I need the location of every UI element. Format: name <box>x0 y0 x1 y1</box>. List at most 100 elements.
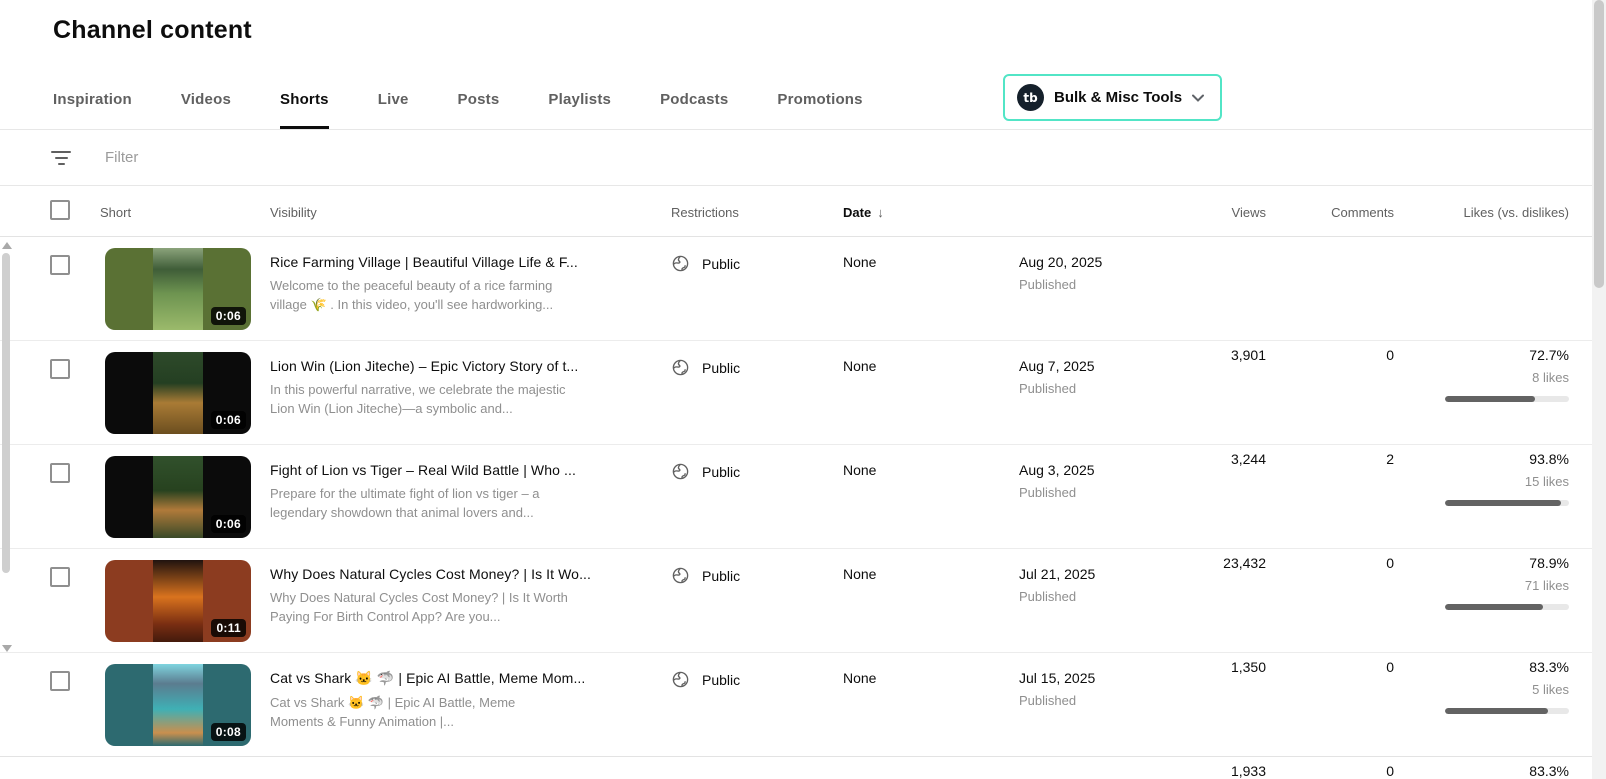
video-thumbnail[interactable]: 0:06 <box>105 456 251 538</box>
col-likes: Likes (vs. dislikes) <box>1463 205 1569 220</box>
date-status: Published <box>1019 589 1077 604</box>
date-status: Published <box>1019 485 1077 500</box>
visibility-cell: Public <box>671 653 843 689</box>
scroll-down-arrow-icon[interactable] <box>2 645 12 652</box>
sort-desc-arrow-icon: ↓ <box>877 205 884 220</box>
visibility-value: Public <box>702 567 741 584</box>
scroll-up-arrow-icon[interactable] <box>2 242 12 249</box>
date-status: Published <box>1019 381 1077 396</box>
duration-badge: 0:11 <box>211 619 246 637</box>
tab-posts[interactable]: Posts <box>458 70 500 129</box>
row-checkbox[interactable] <box>50 463 70 483</box>
visibility-cell: Public <box>671 445 843 481</box>
row-checkbox[interactable] <box>50 359 70 379</box>
shorts-list: 0:06 Rice Farming Village | Beautiful Vi… <box>0 237 1592 779</box>
select-all-checkbox-cell <box>48 186 105 220</box>
globe-public-icon <box>672 671 689 688</box>
table-row: 0:08 Cat vs Shark 🐱 🦈 | Epic AI Battle, … <box>0 653 1592 779</box>
video-thumbnail[interactable]: 0:06 <box>105 352 251 434</box>
duration-badge: 0:06 <box>210 515 246 533</box>
globe-public-icon <box>672 359 689 376</box>
date-value: Aug 3, 2025 <box>1019 462 1095 478</box>
date-status: Published <box>1019 277 1077 292</box>
video-title[interactable]: Why Does Natural Cycles Cost Money? | Is… <box>270 566 643 582</box>
date-cell: Aug 20, 2025 Published <box>1019 237 1169 292</box>
video-description: In this powerful narrative, we celebrate… <box>270 382 566 416</box>
date-cell: Jul 15, 2025 Published <box>1019 653 1169 708</box>
tab-playlists[interactable]: Playlists <box>548 70 611 129</box>
tab-videos[interactable]: Videos <box>181 70 231 129</box>
tab-live[interactable]: Live <box>378 70 409 129</box>
date-value: Aug 20, 2025 <box>1019 254 1103 270</box>
right-scrollbar-thumb[interactable] <box>1594 0 1604 288</box>
restrictions-cell: None <box>843 670 877 686</box>
row-checkbox[interactable] <box>50 567 70 587</box>
duration-badge: 0:08 <box>210 723 246 741</box>
date-cell: Jul 21, 2025 Published <box>1019 549 1169 604</box>
globe-public-icon <box>672 463 689 480</box>
left-scrollbar <box>0 237 12 657</box>
tab-promotions[interactable]: Promotions <box>777 70 862 129</box>
tab-shorts[interactable]: Shorts <box>280 70 329 129</box>
table-row: 0:06 Rice Farming Village | Beautiful Vi… <box>0 237 1592 402</box>
col-restrictions: Restrictions <box>671 205 739 220</box>
channel-content-page: Channel content Inspiration Videos Short… <box>0 0 1606 779</box>
video-description: Prepare for the ultimate fight of lion v… <box>270 486 540 520</box>
video-thumbnail[interactable]: 0:08 <box>105 664 251 746</box>
col-comments: Comments <box>1331 205 1394 220</box>
duration-badge: 0:06 <box>210 411 246 429</box>
visibility-cell: Public <box>671 341 843 377</box>
chevron-down-icon <box>1192 94 1205 102</box>
col-short: Short <box>100 205 132 220</box>
date-status: Published <box>1019 693 1077 708</box>
visibility-cell: Public <box>671 549 843 585</box>
visibility-value: Public <box>702 255 741 272</box>
col-date[interactable]: Date ↓ <box>843 186 1019 220</box>
duration-badge: 0:06 <box>210 307 246 325</box>
date-cell: Aug 7, 2025 Published <box>1019 341 1169 396</box>
visibility-value: Public <box>702 671 741 688</box>
table-row: 0:06 Lion Win (Lion Jiteche) – Epic Vict… <box>0 341 1592 506</box>
restrictions-cell: None <box>843 254 877 270</box>
visibility-value: Public <box>702 463 741 480</box>
tab-podcasts[interactable]: Podcasts <box>660 70 728 129</box>
restrictions-cell: None <box>843 462 877 478</box>
views-cell: 1,933 <box>1230 763 1266 779</box>
video-title[interactable]: Fight of Lion vs Tiger – Real Wild Battl… <box>270 462 643 478</box>
col-views: Views <box>1231 205 1266 220</box>
restrictions-cell: None <box>843 566 877 582</box>
left-scrollbar-thumb[interactable] <box>2 253 10 573</box>
header-spacer <box>0 186 48 205</box>
row-checkbox[interactable] <box>50 671 70 691</box>
date-value: Jul 15, 2025 <box>1019 670 1096 686</box>
visibility-value: Public <box>702 359 741 376</box>
video-title[interactable]: Rice Farming Village | Beautiful Village… <box>270 254 643 270</box>
restrictions-cell: None <box>843 358 877 374</box>
date-cell: Aug 3, 2025 Published <box>1019 445 1169 500</box>
page-title: Channel content <box>53 16 252 44</box>
video-title[interactable]: Lion Win (Lion Jiteche) – Epic Victory S… <box>270 358 643 374</box>
tubebuddy-icon: tb <box>1017 84 1044 111</box>
visibility-cell: Public <box>671 237 843 273</box>
video-title[interactable]: Cat vs Shark 🐱 🦈 | Epic AI Battle, Meme … <box>270 670 643 687</box>
table-header: Short Visibility Restrictions Date ↓ View… <box>0 186 1592 237</box>
row-checkbox[interactable] <box>50 255 70 275</box>
globe-public-icon <box>672 567 689 584</box>
date-value: Aug 7, 2025 <box>1019 358 1095 374</box>
right-scrollbar-track[interactable] <box>1592 0 1606 779</box>
filter-icon[interactable] <box>50 150 72 165</box>
globe-public-icon <box>672 255 689 272</box>
tab-inspiration[interactable]: Inspiration <box>53 70 132 129</box>
table-row: 0:11 Why Does Natural Cycles Cost Money?… <box>0 549 1592 714</box>
content-tabbar: Inspiration Videos Shorts Live Posts Pla… <box>53 70 863 129</box>
comments-cell: 0 <box>1386 763 1394 779</box>
video-description: Why Does Natural Cycles Cost Money? | Is… <box>270 590 568 624</box>
video-thumbnail[interactable]: 0:06 <box>105 248 251 330</box>
bulk-misc-tools-button[interactable]: tb Bulk & Misc Tools <box>1003 74 1223 121</box>
likes-cell: 83.3% 10 likes <box>1394 746 1569 779</box>
filter-input[interactable] <box>105 149 705 166</box>
date-value: Jul 21, 2025 <box>1019 566 1096 582</box>
likes-percent: 83.3% <box>1529 763 1569 779</box>
select-all-checkbox[interactable] <box>50 200 70 220</box>
video-thumbnail[interactable]: 0:11 <box>105 560 251 642</box>
